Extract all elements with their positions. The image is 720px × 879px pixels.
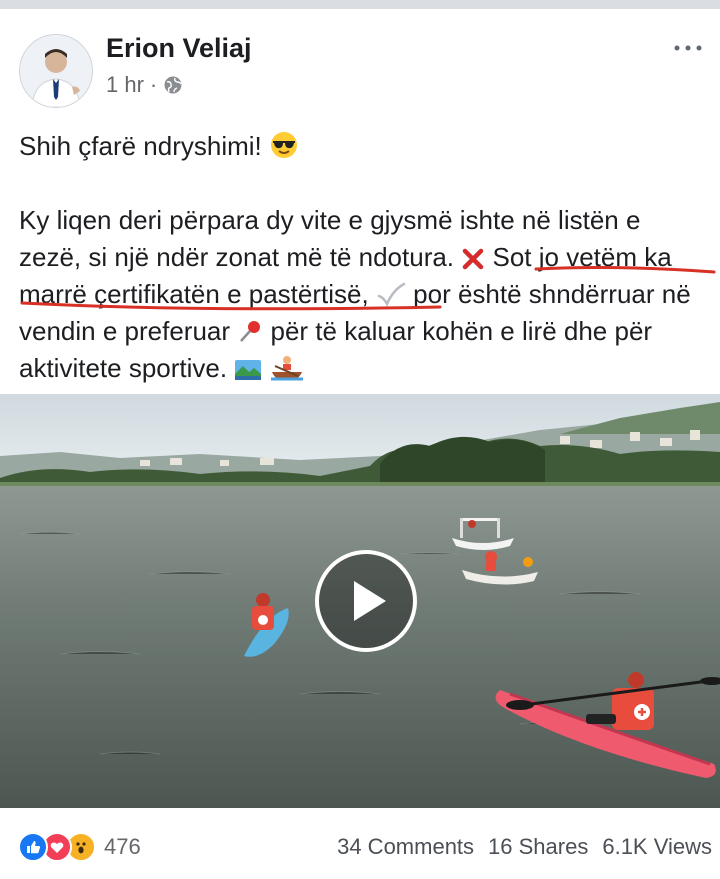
post-footer: 476 34 Comments 16 Shares 6.1K Views xyxy=(0,829,720,869)
shares-count[interactable]: 16 Shares xyxy=(488,834,588,860)
play-icon xyxy=(315,550,417,652)
like-reaction-icon xyxy=(18,832,48,862)
reactions-count: 476 xyxy=(104,834,141,859)
engagement-stats: 34 Comments 16 Shares 6.1K Views xyxy=(337,834,712,860)
play-button[interactable] xyxy=(314,549,418,653)
reactions-summary[interactable]: 476 xyxy=(18,832,141,862)
red-underline-annotation xyxy=(20,266,716,311)
comments-count[interactable]: 34 Comments xyxy=(337,834,474,860)
views-count: 6.1K Views xyxy=(602,834,712,859)
video-thumbnail[interactable] xyxy=(0,394,720,808)
